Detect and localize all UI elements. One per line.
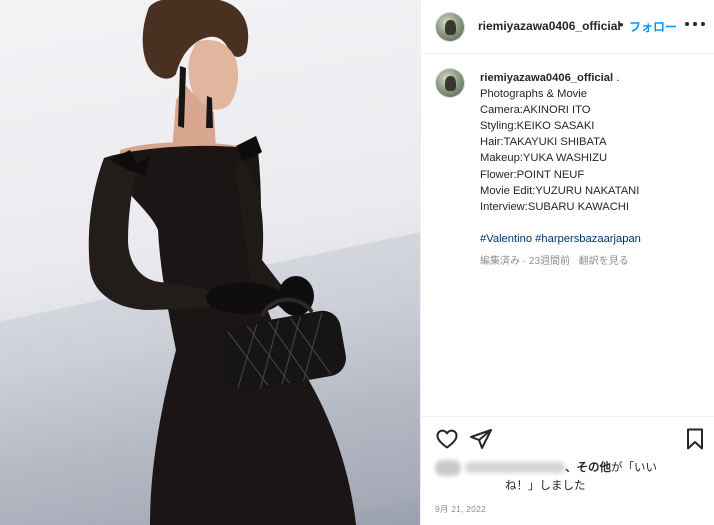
post-detail-panel: riemiyazawa0406_official • フォロー riemiyaz… (420, 0, 714, 525)
caption-suffix: . (616, 72, 620, 84)
caption-text: riemiyazawa0406_official . Photographs &… (480, 70, 706, 270)
caption-line: Photographs & Movie (480, 88, 587, 101)
more-options-icon[interactable] (683, 12, 707, 36)
hashtag-valentino[interactable]: #Valentino (480, 233, 532, 245)
paper-plane-icon[interactable] (469, 427, 493, 451)
post-header: riemiyazawa0406_official • フォロー (421, 0, 714, 54)
likes-summary: 、その他が「いい ね！」しました (435, 459, 705, 495)
follow-button[interactable]: フォロー (629, 18, 677, 35)
translate-link[interactable]: 翻訳を見る (579, 256, 629, 267)
liker-avatar-blurred (435, 459, 461, 476)
likes-text-mid: が「いい (611, 462, 657, 474)
bookmark-icon[interactable] (683, 427, 707, 451)
caption-line: Interview:SUBARU KAWACHI (480, 200, 629, 213)
caption-line: Movie Edit:YUZURU NAKATANI (480, 184, 640, 197)
caption-line: Camera:AKINORI ITO (480, 104, 591, 117)
post-photo[interactable] (0, 0, 420, 525)
caption-meta: 編集済み · 23週間前 翻訳を見る (480, 254, 706, 270)
caption-line: Hair:TAKAYUKI SHIBATA (480, 136, 607, 149)
action-bar (421, 416, 714, 460)
liker-name-blurred (465, 462, 565, 474)
likes-text-end: ね！」しました (505, 480, 586, 492)
hashtag-list: #Valentino #harpersbazaarjapan (480, 231, 706, 247)
caption-avatar[interactable] (435, 68, 465, 98)
woman-in-black-dress-image (88, 0, 356, 525)
likes-others[interactable]: 、その他 (565, 462, 611, 474)
header-separator: • (619, 17, 624, 32)
caption-username[interactable]: riemiyazawa0406_official (480, 72, 613, 84)
caption-line: Makeup:YUKA WASHIZU (480, 152, 608, 165)
edited-timestamp: 編集済み · 23週間前 (480, 255, 571, 267)
heart-icon[interactable] (435, 427, 459, 451)
caption-line: Styling:KEIKO SASAKI (480, 120, 595, 133)
header-username[interactable]: riemiyazawa0406_official (478, 19, 621, 33)
post-date[interactable]: 9月 21, 2022 (435, 503, 486, 515)
caption-line: Flower:POINT NEUF (480, 168, 585, 181)
hashtag-harpersbazaarjapan[interactable]: #harpersbazaarjapan (535, 233, 641, 245)
profile-avatar[interactable] (435, 12, 465, 42)
